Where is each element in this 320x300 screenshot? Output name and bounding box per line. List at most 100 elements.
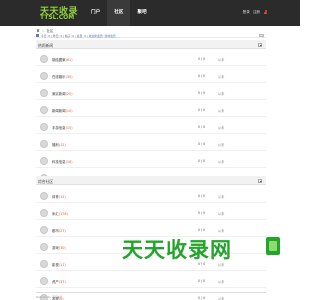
forum-today-count: (25) [65,92,73,97]
forum-icon[interactable] [40,89,48,97]
stats-icon [36,34,39,37]
forum-name[interactable]: 新闻新闻(10) [52,108,73,113]
forum-today-count: (61) [65,58,73,63]
forum-name-text[interactable]: 游戏 [52,246,59,250]
forum-row[interactable]: 米汇(178) 0 / 0 从未 [36,207,266,220]
forum-row[interactable]: 体育(15) 0 / 0 从未 [36,190,266,203]
forum-last-post: 从未 [218,280,225,285]
forum-post-stats: 0 / 0 [198,228,206,233]
forum-name[interactable]: 科技信息(18) [52,159,73,164]
forum-name[interactable]: 案实新闻(25) [52,91,73,96]
forum-row[interactable]: 资产(37) 0 / 0 从未 [36,275,266,288]
forum-icon[interactable] [40,260,48,268]
forum-row[interactable]: 游戏(30) 0 / 0 从未 [36,241,266,254]
watermark-box-icon [266,237,280,255]
forum-today-count: (178) [58,212,68,217]
forum-icon[interactable] [40,106,48,114]
view-toggle-icon[interactable] [259,34,264,37]
forum-name-text[interactable]: 科技信息 [52,160,66,164]
forum-row[interactable]: 钢结图案(61) 0 / 0 从未 [36,53,266,66]
login-link[interactable]: 登录 [243,10,250,15]
forum-post-stats: 0 / 0 [198,194,206,199]
forum-name-text[interactable]: 手游信息 [52,126,66,130]
page-footer: Powered by 天天收录 [36,292,266,300]
nav-item-groups[interactable]: 聚吧 [130,0,153,26]
forum-name[interactable]: 米汇(178) [52,211,68,216]
forum-name[interactable]: 手游信息(15) [52,125,73,130]
forum-name[interactable]: 福利(12) [52,142,66,147]
forum-name[interactable]: 在线娱乐(35) [52,74,73,79]
breadcrumb-current[interactable]: 社区 [47,28,54,33]
forum-last-post: 从未 [218,143,225,148]
breadcrumb: > 社区 [36,28,53,33]
home-icon[interactable] [36,28,40,33]
breadcrumb-separator: > [42,28,45,33]
section-header: 热闹新闻 [36,40,266,49]
forum-name-text[interactable]: 米汇 [52,212,59,216]
forum-row[interactable]: 在线娱乐(35) 0 / 0 从未 [36,70,266,83]
collapse-icon[interactable] [258,42,262,47]
footer-text: Powered by 天天收录 [36,295,63,299]
forum-icon[interactable] [40,157,48,165]
forum-post-stats: 0 / 0 [198,211,206,216]
forum-post-stats: 0 / 0 [198,108,206,113]
forum-name-text[interactable]: 资产 [52,280,59,284]
forum-post-stats: 0 / 0 [198,74,206,79]
forum-name[interactable]: 游戏(30) [52,245,66,250]
forum-name-text[interactable]: 在线娱乐 [52,75,66,79]
forum-name[interactable]: 影视(17) [52,262,66,267]
forum-today-count: (18) [65,160,73,165]
forum-row[interactable]: 科技信息(18) 0 / 0 从未 [36,155,266,168]
forum-name[interactable]: 都市(27) [52,228,66,233]
forum-today-count: (15) [58,195,66,200]
forum-icon[interactable] [40,226,48,234]
forum-icon[interactable] [40,243,48,251]
forum-post-stats: 0 / 0 [198,91,206,96]
forum-icon[interactable] [40,123,48,131]
forum-icon[interactable] [40,55,48,63]
forum-icon[interactable] [40,277,48,285]
forum-name-text[interactable]: 福利 [52,143,59,147]
forum-post-stats: 0 / 0 [198,245,206,250]
forum-last-post: 从未 [218,75,225,80]
forum-row[interactable]: 都市(27) 0 / 0 从未 [36,224,266,237]
forum-today-count: (30) [58,246,66,251]
forum-name[interactable]: 体育(15) [52,194,66,199]
forum-post-stats: 0 / 0 [198,142,206,147]
forum-row[interactable]: 福利(12) 0 / 0 从未 [36,138,266,151]
forum-post-stats: 0 / 0 [198,159,206,164]
forum-last-post: 从未 [218,195,225,200]
forum-icon[interactable] [40,192,48,200]
forum-name[interactable]: 钢结图案(61) [52,57,73,62]
section-header: 综合社区 [36,176,266,185]
forum-last-post: 从未 [218,263,225,268]
forum-name[interactable]: 资产(37) [52,279,66,284]
forum-today-count: (10) [65,109,73,114]
logo-sub-text: TTSL.COM [40,14,75,21]
forum-row[interactable]: 手游信息(15) 0 / 0 从未 [36,121,266,134]
forum-name-text[interactable]: 体育 [52,195,59,199]
nav-item-portal[interactable]: 门户 [84,0,107,26]
forum-row[interactable]: 新闻新闻(10) 0 / 0 从未 [36,104,266,117]
forum-icon[interactable] [40,209,48,217]
register-link[interactable]: 注册 [253,10,260,15]
forum-last-post: 从未 [218,92,225,97]
forum-icon[interactable] [40,140,48,148]
forum-row[interactable]: 影视(17) 0 / 0 从未 [36,258,266,271]
site-logo[interactable]: 天天收录 TTSL.COM [40,4,78,22]
forum-name-text[interactable]: 都市 [52,229,59,233]
forum-last-post: 从未 [218,109,225,114]
user-icon[interactable] [263,10,268,15]
forum-name-text[interactable]: 钢结图案 [52,58,66,62]
forum-last-post: 从未 [218,160,225,165]
forum-name-text[interactable]: 影视 [52,263,59,267]
section-title: 热闹新闻 [38,42,54,48]
nav-item-community[interactable]: 社区 [107,0,131,26]
collapse-icon[interactable] [258,178,262,183]
forum-name-text[interactable]: 新闻新闻 [52,109,66,113]
forum-name-text[interactable]: 案实新闻 [52,92,66,96]
forum-last-post: 从未 [218,58,225,63]
forum-icon[interactable] [40,72,48,80]
forum-row[interactable]: 案实新闻(25) 0 / 0 从未 [36,87,266,100]
forum-today-count: (35) [65,75,73,80]
